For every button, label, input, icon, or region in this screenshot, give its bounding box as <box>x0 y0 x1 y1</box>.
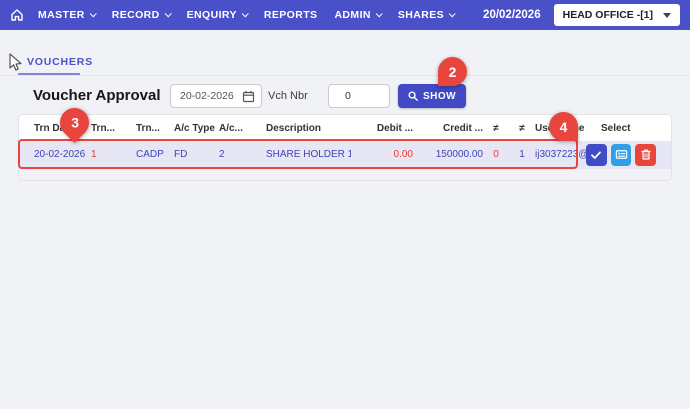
branch-selector-value: HEAD OFFICE -[1] <box>562 9 654 21</box>
cell-ac-type: FD <box>174 149 188 160</box>
cell-flag1: 0 <box>493 149 499 160</box>
cell-ac-no: 2 <box>219 149 225 160</box>
cell-credit: 150000.00 <box>435 149 483 160</box>
view-details-button[interactable] <box>610 143 632 166</box>
nav-item-enquiry[interactable]: ENQUIRY <box>186 9 249 21</box>
voucher-date-value: 20-02-2026 <box>180 90 234 102</box>
col-header-trn-2: Trn... <box>136 122 160 134</box>
chevron-down-icon <box>241 9 249 17</box>
cell-flag2: 1 <box>519 149 525 160</box>
show-button-label: SHOW <box>423 90 457 102</box>
col-header-description: Description <box>266 122 322 134</box>
home-icon <box>11 9 23 21</box>
page-title: Voucher Approval <box>33 87 161 104</box>
cell-description: SHARE HOLDER 1 <box>266 149 351 160</box>
nav-item-admin[interactable]: ADMIN <box>334 9 383 21</box>
nav-item-label: MASTER <box>38 9 85 21</box>
row-actions <box>586 143 657 166</box>
nav-item-label: ENQUIRY <box>186 9 237 21</box>
nav-item-record[interactable]: RECORD <box>111 9 172 21</box>
vch-nbr-input[interactable] <box>328 84 390 108</box>
top-nav-bar: MASTER RECORD ENQUIRY REPORTS ADMIN SHAR… <box>0 0 690 30</box>
nav-item-master[interactable]: MASTER <box>38 9 97 21</box>
caret-down-icon <box>663 12 672 18</box>
chevron-down-icon <box>375 9 383 17</box>
branch-selector[interactable]: HEAD OFFICE -[1] <box>553 4 681 26</box>
table-row: 20-02-2026 1 CADP FD 2 SHARE HOLDER 1 0.… <box>19 141 671 168</box>
cell-debit: 0.00 <box>393 149 413 160</box>
nav-item-shares[interactable]: SHARES <box>397 9 456 21</box>
nav-item-label: RECORD <box>111 9 160 21</box>
col-header-debit: Debit ... <box>376 122 413 134</box>
home-button[interactable] <box>10 8 24 22</box>
tab-vouchers[interactable]: VOUCHERS <box>27 56 93 68</box>
col-header-flag2: ≠ <box>519 122 525 134</box>
col-header-trn-1: Trn... <box>91 122 115 134</box>
annotation-step-4-badge: 4 <box>549 112 578 141</box>
cell-trn-date: 20-02-2026 <box>34 149 86 160</box>
system-date: 20/02/2026 <box>483 9 541 21</box>
nav-item-label: REPORTS <box>263 9 318 21</box>
nav-item-reports[interactable]: REPORTS <box>264 9 318 21</box>
annotation-step-2-badge: 2 <box>438 57 467 86</box>
col-header-ac-type: A/c Type <box>174 122 215 134</box>
delete-button[interactable] <box>635 143 657 166</box>
approve-button[interactable] <box>586 143 607 166</box>
cell-trn-code: CADP <box>136 149 164 160</box>
mouse-cursor <box>9 53 22 71</box>
trash-icon <box>641 149 651 160</box>
tab-strip: VOUCHERS <box>0 30 690 78</box>
cell-trn-no: 1 <box>91 149 97 160</box>
chevron-down-icon <box>89 9 97 17</box>
col-header-select: Select <box>601 122 631 134</box>
col-header-credit: Credit ... <box>442 122 483 134</box>
vch-nbr-label: Vch Nbr <box>268 90 308 102</box>
voucher-date-field[interactable]: 20-02-2026 <box>170 84 262 108</box>
calendar-icon[interactable] <box>242 90 255 103</box>
voucher-approval-toolbar: Voucher Approval 20-02-2026 Vch Nbr SHOW <box>0 82 690 112</box>
table-footer-strip <box>19 168 671 180</box>
col-header-flag1: ≠ <box>493 122 499 134</box>
nav-item-label: ADMIN <box>334 9 371 21</box>
chevron-down-icon <box>448 9 456 17</box>
col-header-ac-no: A/c... <box>219 122 243 134</box>
search-icon <box>408 91 418 101</box>
check-icon <box>591 151 602 159</box>
tab-strip-divider <box>0 75 690 76</box>
nav-item-label: SHARES <box>397 9 445 21</box>
show-button[interactable]: SHOW <box>398 84 467 108</box>
details-card-icon <box>615 150 627 159</box>
chevron-down-icon <box>164 9 172 17</box>
